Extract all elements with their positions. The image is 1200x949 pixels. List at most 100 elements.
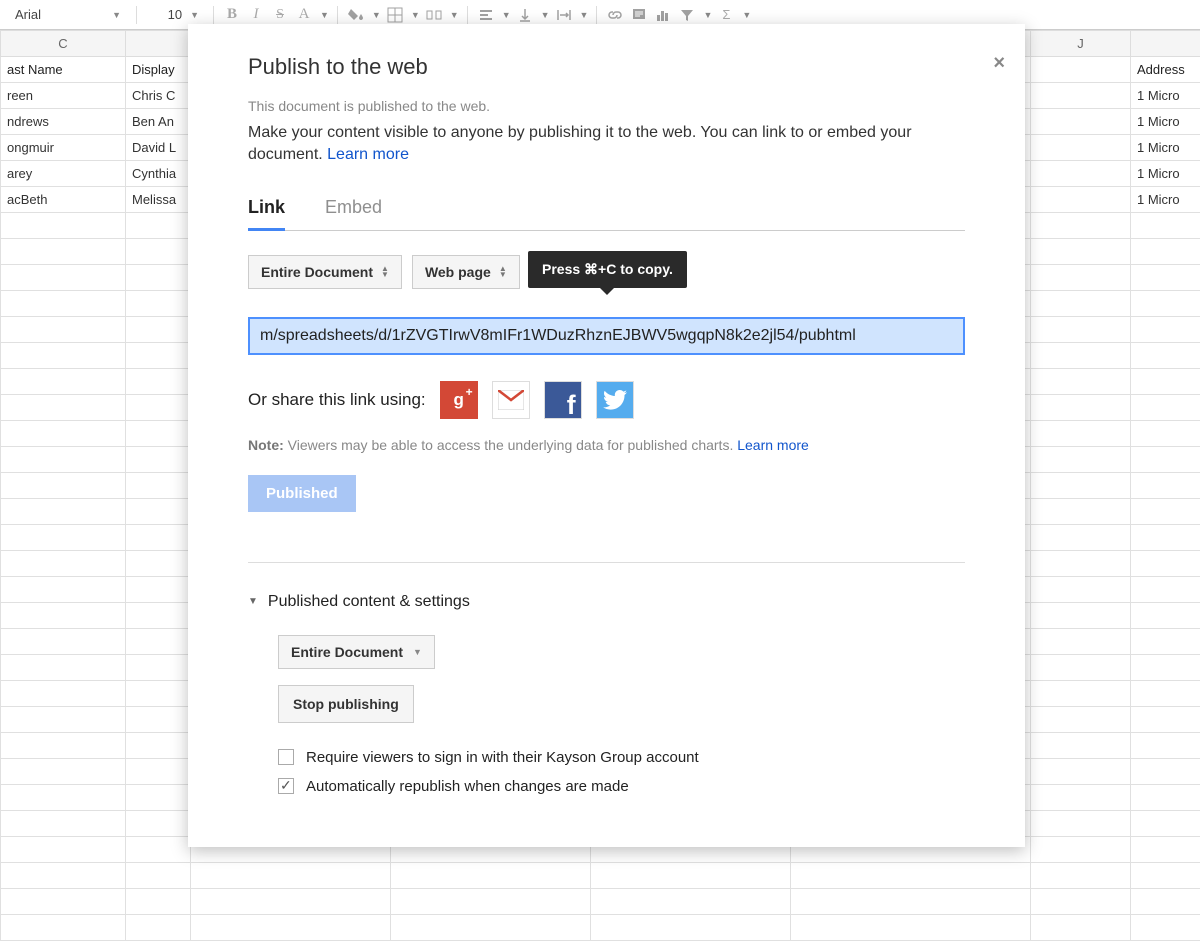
cell[interactable] [1031, 707, 1131, 733]
insert-comment-icon[interactable] [629, 5, 649, 25]
cell[interactable]: reen [1, 83, 126, 109]
borders-icon[interactable] [385, 5, 405, 25]
cell[interactable] [126, 603, 191, 629]
cell[interactable] [126, 499, 191, 525]
cell[interactable]: 1 Micro [1131, 187, 1200, 213]
cell[interactable] [1131, 733, 1200, 759]
cell[interactable] [126, 473, 191, 499]
cell[interactable] [126, 343, 191, 369]
fill-color-icon[interactable] [346, 5, 366, 25]
column-header[interactable]: C [1, 31, 126, 57]
cell[interactable] [1031, 83, 1131, 109]
cell[interactable] [126, 577, 191, 603]
cell[interactable] [191, 863, 391, 889]
cell[interactable] [791, 863, 1031, 889]
cell[interactable] [591, 863, 791, 889]
cell[interactable] [1031, 265, 1131, 291]
cell[interactable] [1131, 291, 1200, 317]
cell[interactable] [1, 551, 126, 577]
column-header[interactable]: J [1031, 31, 1131, 57]
cell[interactable] [1031, 57, 1131, 83]
cell[interactable] [1, 629, 126, 655]
cell[interactable] [1, 863, 126, 889]
cell[interactable]: arey [1, 161, 126, 187]
require-signin-checkbox[interactable] [278, 749, 294, 765]
cell[interactable] [1, 291, 126, 317]
cell[interactable] [1031, 577, 1131, 603]
cell[interactable] [1, 265, 126, 291]
cell[interactable] [1131, 213, 1200, 239]
cell[interactable] [1131, 889, 1200, 915]
cell[interactable] [1031, 473, 1131, 499]
cell[interactable] [126, 707, 191, 733]
cell[interactable] [1031, 837, 1131, 863]
learn-more-link[interactable]: Learn more [327, 146, 409, 163]
cell[interactable]: 1 Micro [1131, 161, 1200, 187]
cell[interactable] [126, 525, 191, 551]
cell[interactable] [126, 291, 191, 317]
cell[interactable] [1031, 655, 1131, 681]
cell[interactable] [126, 889, 191, 915]
cell[interactable] [1, 915, 126, 941]
cell[interactable] [1131, 421, 1200, 447]
cell[interactable] [1131, 863, 1200, 889]
cell[interactable] [1, 447, 126, 473]
google-plus-icon[interactable]: g [440, 381, 478, 419]
cell[interactable] [1031, 395, 1131, 421]
horizontal-align-icon[interactable] [476, 5, 496, 25]
cell[interactable] [1131, 655, 1200, 681]
cell[interactable] [1, 473, 126, 499]
cell[interactable] [1131, 395, 1200, 421]
cell[interactable] [1031, 161, 1131, 187]
cell[interactable] [1, 837, 126, 863]
cell[interactable] [126, 863, 191, 889]
settings-scope-dropdown[interactable]: Entire Document ▼ [278, 635, 435, 669]
cell[interactable] [1031, 213, 1131, 239]
cell[interactable] [126, 317, 191, 343]
cell[interactable] [126, 915, 191, 941]
cell[interactable]: ongmuir [1, 135, 126, 161]
format-dropdown[interactable]: Web page ▲▼ [412, 255, 520, 289]
auto-republish-checkbox[interactable] [278, 778, 294, 794]
cell[interactable]: 1 Micro [1131, 135, 1200, 161]
cell[interactable] [126, 681, 191, 707]
cell[interactable] [126, 447, 191, 473]
cell[interactable]: Address [1131, 57, 1200, 83]
cell[interactable] [1, 681, 126, 707]
cell[interactable] [1031, 421, 1131, 447]
cell[interactable] [1, 707, 126, 733]
cell[interactable] [1131, 239, 1200, 265]
cell[interactable] [1131, 707, 1200, 733]
strikethrough-icon[interactable]: S [270, 5, 290, 25]
cell[interactable] [791, 889, 1031, 915]
content-scope-dropdown[interactable]: Entire Document ▲▼ [248, 255, 402, 289]
cell[interactable]: acBeth [1, 187, 126, 213]
cell[interactable] [126, 421, 191, 447]
cell[interactable] [1031, 759, 1131, 785]
twitter-icon[interactable] [596, 381, 634, 419]
cell[interactable] [1131, 681, 1200, 707]
cell[interactable] [1131, 551, 1200, 577]
cell[interactable]: Melissa [126, 187, 191, 213]
cell[interactable]: Ben An [126, 109, 191, 135]
cell[interactable] [1, 343, 126, 369]
cell[interactable] [1, 369, 126, 395]
cell[interactable] [1, 317, 126, 343]
cell[interactable] [1, 213, 126, 239]
cell[interactable] [1, 759, 126, 785]
cell[interactable]: Display [126, 57, 191, 83]
cell[interactable] [391, 915, 591, 941]
cell[interactable] [1031, 785, 1131, 811]
cell[interactable] [1131, 811, 1200, 837]
cell[interactable] [126, 811, 191, 837]
cell[interactable]: Chris C [126, 83, 191, 109]
cell[interactable] [1131, 759, 1200, 785]
cell[interactable] [1131, 629, 1200, 655]
cell[interactable] [1031, 239, 1131, 265]
cell[interactable] [126, 265, 191, 291]
cell[interactable] [126, 213, 191, 239]
cell[interactable] [1, 525, 126, 551]
cell[interactable] [791, 915, 1031, 941]
tab-embed[interactable]: Embed [325, 187, 382, 230]
cell[interactable] [1, 499, 126, 525]
